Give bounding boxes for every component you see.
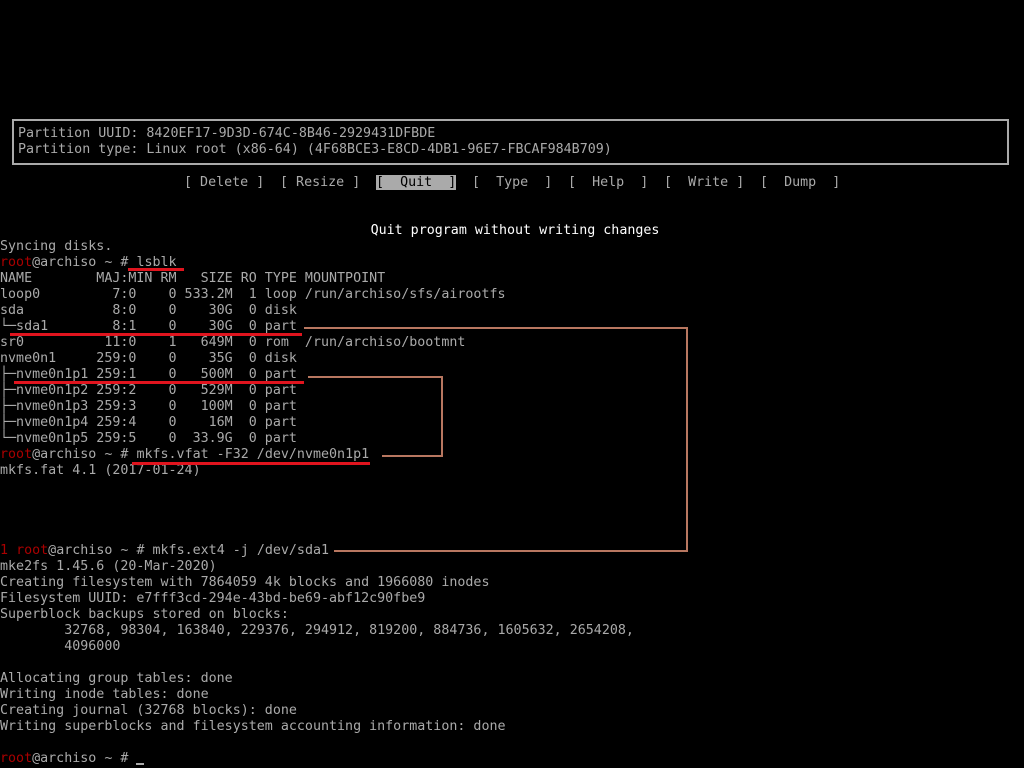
ext4-output-line: Allocating group tables: done (0, 671, 233, 686)
annotation-connector-vfat-h (382, 455, 443, 457)
mkfs-fat-version-line: mkfs.fat 4.1 (2017-01-24) (0, 463, 201, 478)
ext4-output-line: Writing superblocks and filesystem accou… (0, 719, 506, 734)
annotation-underline-nvme0n1p1 (14, 381, 304, 384)
prompt-host: @archiso ~ # (32, 255, 137, 270)
prompt-host: @archiso ~ # (32, 447, 137, 462)
lsblk-row: ├─nvme0n1p4 259:4 0 16M 0 part (0, 415, 297, 430)
menu-hint-text: Quit program without writing changes (370, 223, 660, 238)
prompt-user: root (0, 255, 33, 270)
lsblk-row: sr0 11:0 1 649M 0 rom /run/archiso/bootm… (0, 335, 466, 350)
ext4-output-line: Superblock backups stored on blocks: (0, 607, 289, 622)
lsblk-row: loop0 7:0 0 533.2M 1 loop /run/archiso/s… (0, 287, 506, 302)
lsblk-header: NAME MAJ:MIN RM SIZE RO TYPE MOUNTPOINT (0, 271, 386, 286)
delete-button[interactable]: [ Delete ] (184, 175, 264, 191)
text-cursor (136, 763, 145, 765)
dump-button[interactable]: [ Dump ] (760, 175, 840, 191)
lsblk-row: ├─nvme0n1p3 259:3 0 100M 0 part (0, 399, 297, 414)
prompt-mkfs-vfat: root@archiso ~ # mkfs.vfat -F32 /dev/nvm… (0, 447, 369, 463)
ext4-output-line: Filesystem UUID: e7fff3cd-294e-43bd-be69… (0, 591, 426, 606)
annotation-connector-nvme-h (308, 376, 443, 378)
syncing-line: Syncing disks. (0, 239, 113, 254)
annotation-underline-lsblk (128, 268, 184, 271)
prompt-user: root (0, 751, 33, 766)
annotation-connector-sda1-h (304, 327, 688, 329)
resize-button[interactable]: [ Resize ] (280, 175, 360, 191)
lsblk-row: └─nvme0n1p5 259:5 0 33.9G 0 part (0, 431, 297, 446)
prompt-mkfs-ext4: 1 root@archiso ~ # mkfs.ext4 -j /dev/sda… (0, 543, 329, 559)
partition-info-box: Partition UUID: 8420EF17-9D3D-674C-8B46-… (12, 119, 1009, 165)
partition-type-line: Partition type: Linux root (x86-64) (4F6… (18, 142, 612, 157)
current-prompt[interactable]: root@archiso ~ # (0, 751, 145, 767)
type-button[interactable]: [ Type ] (472, 175, 552, 191)
ext4-output-line: Creating journal (32768 blocks): done (0, 703, 297, 718)
annotation-connector-nvme-v (441, 376, 443, 457)
prompt-user: root (0, 447, 33, 462)
quit-button[interactable]: [ Quit ] (376, 175, 457, 191)
lsblk-row: sda 8:0 0 30G 0 disk (0, 303, 297, 318)
ext4-output-line: mke2fs 1.45.6 (20-Mar-2020) (0, 559, 217, 574)
command-text: mkfs.vfat -F32 /dev/nvme0n1p1 (136, 447, 370, 462)
annotation-underline-mkfs-vfat (132, 462, 370, 465)
annotation-connector-sda1-v (686, 327, 688, 552)
lsblk-row: ├─nvme0n1p2 259:2 0 529M 0 part (0, 383, 297, 398)
quit-button-label: [ Quit ] (376, 175, 457, 190)
annotation-connector-ext4-h (334, 550, 688, 552)
ext4-output-line: Creating filesystem with 7864059 4k bloc… (0, 575, 490, 590)
annotation-underline-sda1 (10, 333, 302, 336)
ext4-output-line: 32768, 98304, 163840, 229376, 294912, 81… (0, 623, 634, 638)
write-button[interactable]: [ Write ] (664, 175, 744, 191)
command-text: mkfs.ext4 -j /dev/sda1 (152, 543, 330, 558)
prompt-host: @archiso ~ # (32, 751, 137, 766)
ext4-output-line: Writing inode tables: done (0, 687, 209, 702)
ext4-output-line: 4096000 (0, 639, 121, 654)
help-button[interactable]: [ Help ] (568, 175, 648, 191)
lsblk-row: nvme0n1 259:0 0 35G 0 disk (0, 351, 297, 366)
prompt-host: @archiso ~ # (48, 543, 153, 558)
prompt-user: root (16, 543, 49, 558)
cfdisk-menu-bar: [ Delete ] [ Resize ] [ Quit ] [ Type ] … (0, 175, 1024, 191)
partition-uuid-line: Partition UUID: 8420EF17-9D3D-674C-8B46-… (18, 126, 436, 141)
exit-code: 1 (0, 543, 17, 558)
